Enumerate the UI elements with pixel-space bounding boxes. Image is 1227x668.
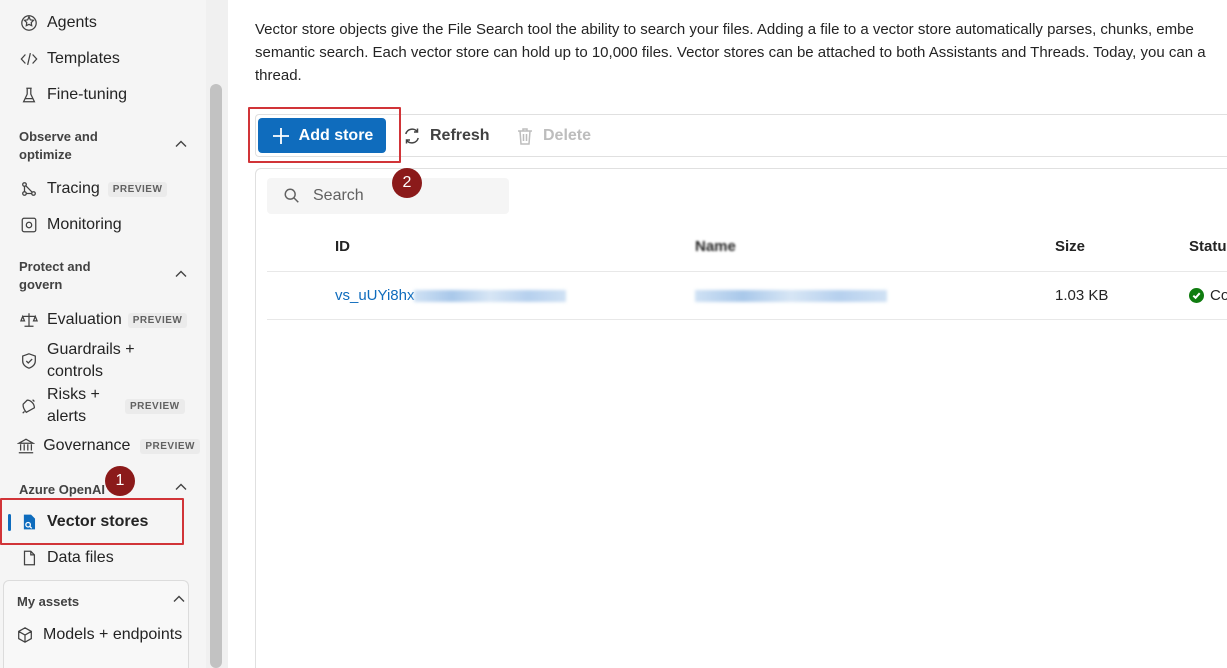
sidebar-item-label: Risks + alerts <box>47 384 125 428</box>
description-line: Vector store objects give the File Searc… <box>255 21 1194 38</box>
sidebar-item-label: Governance <box>43 437 131 454</box>
refresh-label: Refresh <box>430 126 490 144</box>
sidebar-item-governance[interactable]: Governance PREVIEW <box>0 429 200 463</box>
trash-icon <box>518 127 532 145</box>
section-title-line2: govern <box>19 277 63 292</box>
check-circle-icon <box>1189 288 1204 303</box>
label-line2: alerts <box>47 408 87 425</box>
section-observe-optimize[interactable]: Observe and optimize <box>19 128 189 164</box>
sidebar-item-models-endpoints[interactable]: Models + endpoints <box>0 618 200 652</box>
section-my-assets[interactable]: My assets <box>17 591 187 612</box>
sidebar-item-label: Templates <box>47 50 120 67</box>
monitoring-icon <box>19 215 39 235</box>
label-line1: Guardrails + <box>47 341 135 358</box>
cube-icon <box>15 625 35 645</box>
header-divider <box>267 271 1227 272</box>
description-line: thread. <box>255 67 302 84</box>
column-header-size[interactable]: Size <box>1055 238 1085 255</box>
row-divider <box>267 319 1227 320</box>
highlight-vector-stores <box>0 498 184 545</box>
redacted-id <box>414 290 567 303</box>
sidebar-item-label: Data files <box>47 549 114 566</box>
section-title: Protect and govern <box>19 258 91 294</box>
chevron-up-icon[interactable] <box>171 591 187 612</box>
status-label: Co <box>1210 287 1227 304</box>
sidebar-item-label: Agents <box>47 14 97 31</box>
sidebar-scrollbar-thumb[interactable] <box>210 84 222 668</box>
column-header-name[interactable]: Name <box>695 238 736 255</box>
refresh-icon <box>405 127 419 144</box>
alert-icon <box>19 396 39 416</box>
status-completed: Co <box>1189 287 1227 304</box>
search-box[interactable] <box>267 178 509 214</box>
section-title-line2: optimize <box>19 147 72 162</box>
section-title: My assets <box>17 593 80 609</box>
sidebar-item-label: Monitoring <box>47 216 122 233</box>
column-header-id[interactable]: ID <box>335 238 350 255</box>
preview-badge: PREVIEW <box>140 438 200 454</box>
table-row-status: Co <box>1189 287 1227 305</box>
highlight-add-store <box>248 107 401 163</box>
vector-store-id-link[interactable]: vs_uUYi8hx <box>335 287 414 304</box>
sidebar-item-monitoring[interactable]: Monitoring <box>0 208 200 242</box>
preview-badge: PREVIEW <box>127 312 188 328</box>
bank-icon <box>17 436 36 456</box>
table-row-name <box>695 287 887 304</box>
section-title-line1: Observe and <box>19 129 98 144</box>
section-azure-openai[interactable]: Azure OpenAI <box>19 479 189 500</box>
page-description: Vector store objects give the File Searc… <box>255 18 1227 87</box>
preview-badge: PREVIEW <box>125 398 185 414</box>
shield-icon <box>19 351 39 371</box>
sidebar-item-label: Guardrails + controls <box>47 339 135 383</box>
sidebar-item-label: Fine-tuning <box>47 86 128 103</box>
chevron-up-icon[interactable] <box>173 479 189 500</box>
refresh-button[interactable]: Refresh <box>402 118 490 153</box>
column-header-status[interactable]: Statu <box>1189 238 1227 255</box>
code-icon <box>19 49 39 69</box>
sidebar-item-tracing[interactable]: Tracing PREVIEW <box>0 172 200 206</box>
step-badge-2: 2 <box>392 168 422 198</box>
preview-badge: PREVIEW <box>107 181 168 197</box>
delete-button[interactable]: Delete <box>515 118 591 153</box>
label-line1: Risks + <box>47 386 100 403</box>
sidebar-item-label: Evaluation <box>47 311 122 328</box>
redacted-name <box>695 290 887 303</box>
sidebar-item-templates[interactable]: Templates <box>0 42 200 76</box>
section-title: Azure OpenAI <box>19 481 105 497</box>
sidebar-item-agents[interactable]: Agents <box>0 6 200 40</box>
table-row-id[interactable]: vs_uUYi8hx <box>335 287 567 304</box>
sidebar-item-fine-tuning[interactable]: Fine-tuning <box>0 78 200 112</box>
sidebar-item-label: Tracing <box>47 180 100 197</box>
table-row-size: 1.03 KB <box>1055 287 1109 304</box>
agents-icon <box>19 13 39 33</box>
label-line2: controls <box>47 363 104 380</box>
sidebar-item-guardrails-controls[interactable]: Guardrails + controls <box>0 338 200 384</box>
section-title-line1: Protect and <box>19 259 91 274</box>
section-title: Observe and optimize <box>19 128 98 164</box>
sidebar-item-evaluation[interactable]: Evaluation PREVIEW <box>0 303 200 337</box>
section-protect-govern[interactable]: Protect and govern <box>19 258 189 294</box>
chevron-up-icon[interactable] <box>173 266 189 287</box>
sidebar-item-data-files[interactable]: Data files <box>0 541 200 575</box>
document-icon <box>19 548 39 568</box>
sidebar-item-label: Models + endpoints <box>43 626 183 643</box>
scale-icon <box>19 310 39 330</box>
step-badge-1: 1 <box>105 466 135 496</box>
flask-icon <box>19 85 39 105</box>
tracing-icon <box>19 179 39 199</box>
delete-label: Delete <box>543 126 592 144</box>
sidebar-item-risks-alerts[interactable]: Risks + alerts PREVIEW <box>0 383 200 429</box>
description-line: semantic search. Each vector store can h… <box>255 44 1206 61</box>
chevron-up-icon[interactable] <box>173 136 189 157</box>
search-icon <box>284 188 299 203</box>
